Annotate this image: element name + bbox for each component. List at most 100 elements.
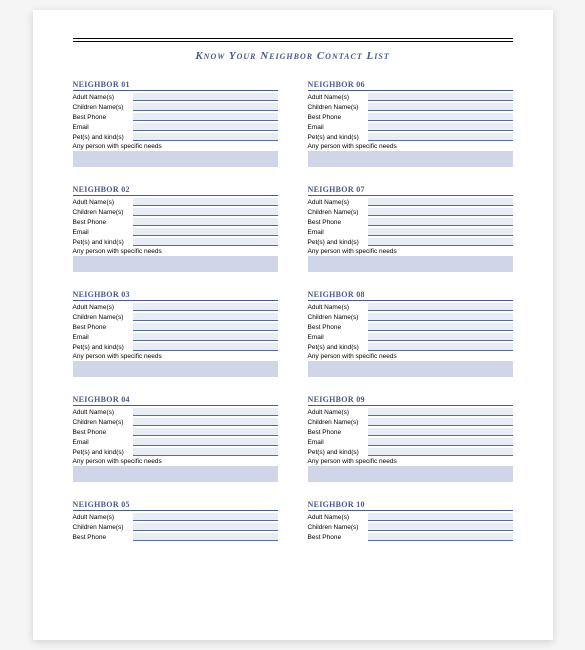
needs-box — [73, 361, 278, 377]
needs-label: Any person with specific needs — [73, 143, 278, 150]
field-row: Pet(s) and kind(s) — [73, 133, 278, 141]
field-row: Adult Name(s) — [73, 408, 278, 416]
field-row: Adult Name(s) — [308, 303, 513, 311]
field-label: Children Name(s) — [73, 209, 133, 216]
field-label: Email — [308, 229, 368, 236]
field-row: Best Phone — [308, 533, 513, 541]
neighbor-card: NEIGHBOR 01 Adult Name(s) Children Name(… — [73, 80, 278, 167]
field-line — [368, 313, 513, 321]
field-row: Best Phone — [73, 323, 278, 331]
field-row: Pet(s) and kind(s) — [73, 238, 278, 246]
field-row: Adult Name(s) — [73, 198, 278, 206]
field-label: Adult Name(s) — [73, 514, 133, 521]
field-row: Email — [73, 333, 278, 341]
field-row: Adult Name(s) — [73, 303, 278, 311]
field-label: Children Name(s) — [73, 419, 133, 426]
field-row: Children Name(s) — [73, 523, 278, 531]
neighbor-header: NEIGHBOR 06 — [308, 80, 513, 91]
field-line — [368, 303, 513, 311]
neighbor-header: NEIGHBOR 09 — [308, 395, 513, 406]
field-line — [133, 418, 278, 426]
neighbor-header: NEIGHBOR 03 — [73, 290, 278, 301]
field-line — [368, 408, 513, 416]
field-row: Children Name(s) — [308, 313, 513, 321]
field-label: Email — [308, 439, 368, 446]
document-page: Know Your Neighbor Contact List NEIGHBOR… — [33, 10, 553, 640]
field-label: Adult Name(s) — [308, 94, 368, 101]
field-label: Best Phone — [308, 324, 368, 331]
field-label: Pet(s) and kind(s) — [73, 239, 133, 246]
field-label: Best Phone — [73, 219, 133, 226]
field-label: Adult Name(s) — [73, 199, 133, 206]
field-line — [133, 103, 278, 111]
field-row: Best Phone — [308, 218, 513, 226]
needs-label: Any person with specific needs — [73, 248, 278, 255]
field-line — [368, 238, 513, 246]
field-row: Pet(s) and kind(s) — [73, 448, 278, 456]
field-label: Best Phone — [308, 219, 368, 226]
field-line — [133, 533, 278, 541]
field-line — [368, 133, 513, 141]
field-row: Children Name(s) — [73, 313, 278, 321]
field-label: Email — [73, 124, 133, 131]
field-line — [133, 448, 278, 456]
field-label: Best Phone — [308, 534, 368, 541]
field-line — [133, 133, 278, 141]
field-label: Email — [308, 334, 368, 341]
field-row: Adult Name(s) — [308, 198, 513, 206]
field-line — [133, 123, 278, 131]
field-line — [133, 343, 278, 351]
field-row: Adult Name(s) — [308, 513, 513, 521]
field-row: Pet(s) and kind(s) — [308, 448, 513, 456]
field-row: Email — [73, 123, 278, 131]
field-label: Best Phone — [73, 534, 133, 541]
neighbor-header: NEIGHBOR 05 — [73, 500, 278, 511]
field-line — [133, 513, 278, 521]
field-line — [133, 218, 278, 226]
field-row: Best Phone — [308, 428, 513, 436]
field-row: Best Phone — [308, 113, 513, 121]
field-label: Best Phone — [308, 429, 368, 436]
field-line — [368, 448, 513, 456]
field-label: Adult Name(s) — [308, 199, 368, 206]
needs-label: Any person with specific needs — [73, 353, 278, 360]
field-label: Pet(s) and kind(s) — [308, 344, 368, 351]
field-label: Best Phone — [73, 429, 133, 436]
field-label: Adult Name(s) — [308, 514, 368, 521]
field-line — [368, 323, 513, 331]
field-label: Email — [308, 124, 368, 131]
field-row: Adult Name(s) — [308, 408, 513, 416]
field-label: Children Name(s) — [73, 104, 133, 111]
needs-label: Any person with specific needs — [73, 458, 278, 465]
neighbor-card: NEIGHBOR 04 Adult Name(s) Children Name(… — [73, 395, 278, 482]
needs-box — [73, 256, 278, 272]
field-row: Email — [308, 333, 513, 341]
field-row: Best Phone — [308, 323, 513, 331]
field-label: Children Name(s) — [73, 314, 133, 321]
field-label: Children Name(s) — [308, 314, 368, 321]
field-row: Children Name(s) — [73, 208, 278, 216]
neighbor-header: NEIGHBOR 02 — [73, 185, 278, 196]
field-line — [368, 333, 513, 341]
field-label: Pet(s) and kind(s) — [73, 344, 133, 351]
neighbor-card: NEIGHBOR 10 Adult Name(s) Children Name(… — [308, 500, 513, 543]
field-line — [368, 533, 513, 541]
field-row: Email — [308, 438, 513, 446]
field-label: Email — [73, 439, 133, 446]
neighbor-card: NEIGHBOR 09 Adult Name(s) Children Name(… — [308, 395, 513, 482]
header-rule-bottom — [73, 41, 513, 42]
right-column: NEIGHBOR 06 Adult Name(s) Children Name(… — [308, 80, 513, 543]
neighbor-card: NEIGHBOR 03 Adult Name(s) Children Name(… — [73, 290, 278, 377]
field-row: Children Name(s) — [308, 208, 513, 216]
field-row: Email — [308, 123, 513, 131]
needs-box — [308, 466, 513, 482]
field-row: Pet(s) and kind(s) — [308, 238, 513, 246]
field-line — [368, 198, 513, 206]
field-label: Children Name(s) — [308, 419, 368, 426]
field-label: Pet(s) and kind(s) — [73, 449, 133, 456]
neighbor-header: NEIGHBOR 04 — [73, 395, 278, 406]
field-label: Children Name(s) — [308, 209, 368, 216]
page-title: Know Your Neighbor Contact List — [73, 50, 513, 62]
field-row: Pet(s) and kind(s) — [308, 133, 513, 141]
field-row: Adult Name(s) — [73, 513, 278, 521]
